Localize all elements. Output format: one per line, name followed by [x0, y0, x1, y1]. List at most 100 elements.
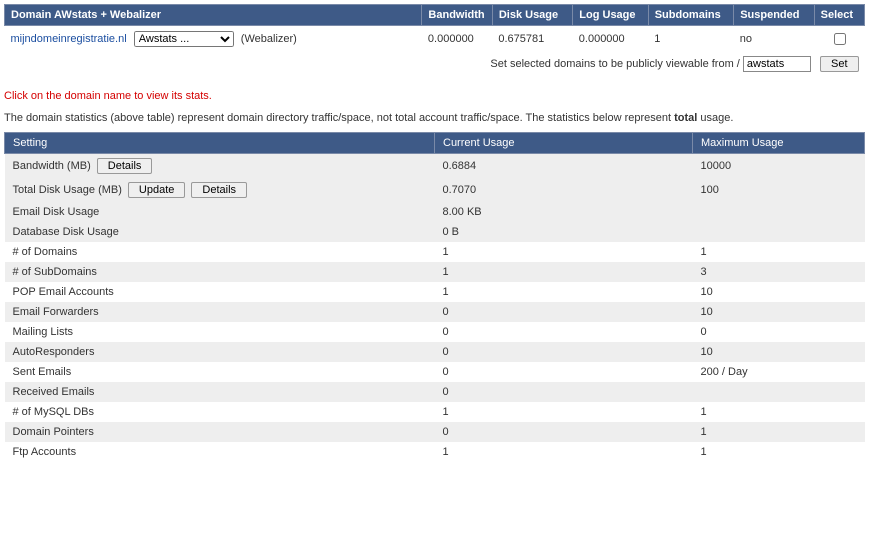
stats-current-cell: 0	[435, 302, 693, 322]
public-view-path-input[interactable]	[743, 56, 811, 72]
stats-max-cell	[693, 222, 865, 242]
stats-setting-cell: Domain Pointers	[5, 422, 435, 442]
col-select: Select	[814, 5, 864, 26]
stats-row: Mailing Lists00	[5, 322, 865, 342]
description-text: The domain statistics (above table) repr…	[4, 112, 865, 124]
stats-setting-label: POP Email Accounts	[13, 286, 114, 298]
stats-setting-label: Email Disk Usage	[13, 206, 100, 218]
stats-current-cell: 8.00 KB	[435, 202, 693, 222]
col-subdomains: Subdomains	[648, 5, 733, 26]
stats-setting-label: Ftp Accounts	[13, 446, 77, 458]
details-button[interactable]: Details	[191, 182, 247, 198]
stats-type-select[interactable]: Awstats ...	[134, 31, 234, 47]
stats-setting-label: Total Disk Usage (MB)	[13, 184, 122, 196]
stats-row: Domain Pointers01	[5, 422, 865, 442]
stats-setting-label: Email Forwarders	[13, 306, 99, 318]
stats-setting-label: Received Emails	[13, 386, 95, 398]
stats-current-cell: 0	[435, 342, 693, 362]
stats-row: AutoResponders 010	[5, 342, 865, 362]
stats-row: Sent Emails 0200 / Day	[5, 362, 865, 382]
stats-setting-cell: Database Disk Usage	[5, 222, 435, 242]
col-domain: Domain AWstats + Webalizer	[5, 5, 422, 26]
stats-setting-label: Sent Emails	[13, 366, 72, 378]
stats-current-cell: 0	[435, 362, 693, 382]
stats-row: Email Disk Usage 8.00 KB	[5, 202, 865, 222]
stats-max-cell: 1	[693, 442, 865, 462]
public-view-bar: Set selected domains to be publicly view…	[5, 52, 865, 76]
stats-header-row: Setting Current Usage Maximum Usage	[5, 133, 865, 154]
stats-setting-label: # of Domains	[13, 246, 78, 258]
stats-setting-cell: Ftp Accounts	[5, 442, 435, 462]
stats-setting-cell: Received Emails	[5, 382, 435, 402]
stats-current-cell: 1	[435, 282, 693, 302]
stats-setting-label: # of MySQL DBs	[13, 406, 95, 418]
stats-row: Database Disk Usage 0 B	[5, 222, 865, 242]
stats-max-cell: 10	[693, 342, 865, 362]
col-setting: Setting	[5, 133, 435, 154]
col-suspended: Suspended	[734, 5, 814, 26]
stats-max-cell: 200 / Day	[693, 362, 865, 382]
stats-current-cell: 0	[435, 322, 693, 342]
stats-row: POP Email Accounts 110	[5, 282, 865, 302]
details-button[interactable]: Details	[97, 158, 153, 174]
domain-table-row: mijndomeinregistratie.nl Awstats ... (We…	[5, 26, 865, 53]
stats-current-cell: 1	[435, 442, 693, 462]
warning-text: Click on the domain name to view its sta…	[4, 90, 865, 102]
stats-row: Received Emails 0	[5, 382, 865, 402]
stats-max-cell	[693, 382, 865, 402]
stats-current-cell: 0	[435, 382, 693, 402]
col-bandwidth: Bandwidth	[422, 5, 492, 26]
stats-setting-cell: Total Disk Usage (MB) Update Details	[5, 178, 435, 202]
update-button[interactable]: Update	[128, 182, 185, 198]
stats-setting-label: Bandwidth (MB)	[13, 160, 91, 172]
stats-row: Email Forwarders 010	[5, 302, 865, 322]
cell-bandwidth: 0.000000	[422, 26, 492, 53]
select-domain-checkbox[interactable]	[834, 33, 846, 45]
stats-max-cell: 1	[693, 402, 865, 422]
stats-setting-cell: POP Email Accounts	[5, 282, 435, 302]
domain-link[interactable]: mijndomeinregistratie.nl	[11, 33, 127, 45]
cell-subdomains: 1	[648, 26, 733, 53]
stats-current-cell: 0.7070	[435, 178, 693, 202]
set-button[interactable]: Set	[820, 56, 859, 72]
col-log: Log Usage	[573, 5, 648, 26]
webalizer-link[interactable]: (Webalizer)	[241, 33, 297, 45]
stats-setting-label: AutoResponders	[13, 346, 95, 358]
cell-log: 0.000000	[573, 26, 648, 53]
stats-row: Bandwidth (MB) Details 0.688410000	[5, 154, 865, 179]
stats-max-cell	[693, 202, 865, 222]
stats-current-cell: 1	[435, 242, 693, 262]
stats-setting-cell: AutoResponders	[5, 342, 435, 362]
stats-max-cell: 10	[693, 302, 865, 322]
col-max: Maximum Usage	[693, 133, 865, 154]
cell-suspended: no	[734, 26, 814, 53]
stats-max-cell: 100	[693, 178, 865, 202]
stats-max-cell: 10000	[693, 154, 865, 179]
stats-setting-label: Database Disk Usage	[13, 226, 119, 238]
col-current: Current Usage	[435, 133, 693, 154]
cell-disk: 0.675781	[492, 26, 572, 53]
stats-current-cell: 0	[435, 422, 693, 442]
stats-row: # of SubDomains13	[5, 262, 865, 282]
stats-current-cell: 1	[435, 402, 693, 422]
stats-row: # of MySQL DBs 11	[5, 402, 865, 422]
stats-setting-cell: Mailing Lists	[5, 322, 435, 342]
stats-setting-cell: Email Forwarders	[5, 302, 435, 322]
stats-setting-label: Domain Pointers	[13, 426, 94, 438]
stats-setting-cell: Email Disk Usage	[5, 202, 435, 222]
domain-table: Domain AWstats + Webalizer Bandwidth Dis…	[4, 4, 865, 76]
stats-row: Total Disk Usage (MB) Update Details 0.7070…	[5, 178, 865, 202]
public-view-label: Set selected domains to be publicly view…	[490, 58, 739, 70]
stats-setting-cell: Sent Emails	[5, 362, 435, 382]
domain-table-header-row: Domain AWstats + Webalizer Bandwidth Dis…	[5, 5, 865, 26]
stats-table: Setting Current Usage Maximum Usage Band…	[4, 132, 865, 462]
col-disk: Disk Usage	[492, 5, 572, 26]
stats-max-cell: 3	[693, 262, 865, 282]
stats-max-cell: 1	[693, 242, 865, 262]
stats-max-cell: 10	[693, 282, 865, 302]
stats-current-cell: 0.6884	[435, 154, 693, 179]
stats-setting-cell: # of SubDomains	[5, 262, 435, 282]
stats-current-cell: 0 B	[435, 222, 693, 242]
stats-setting-cell: # of MySQL DBs	[5, 402, 435, 422]
stats-max-cell: 0	[693, 322, 865, 342]
